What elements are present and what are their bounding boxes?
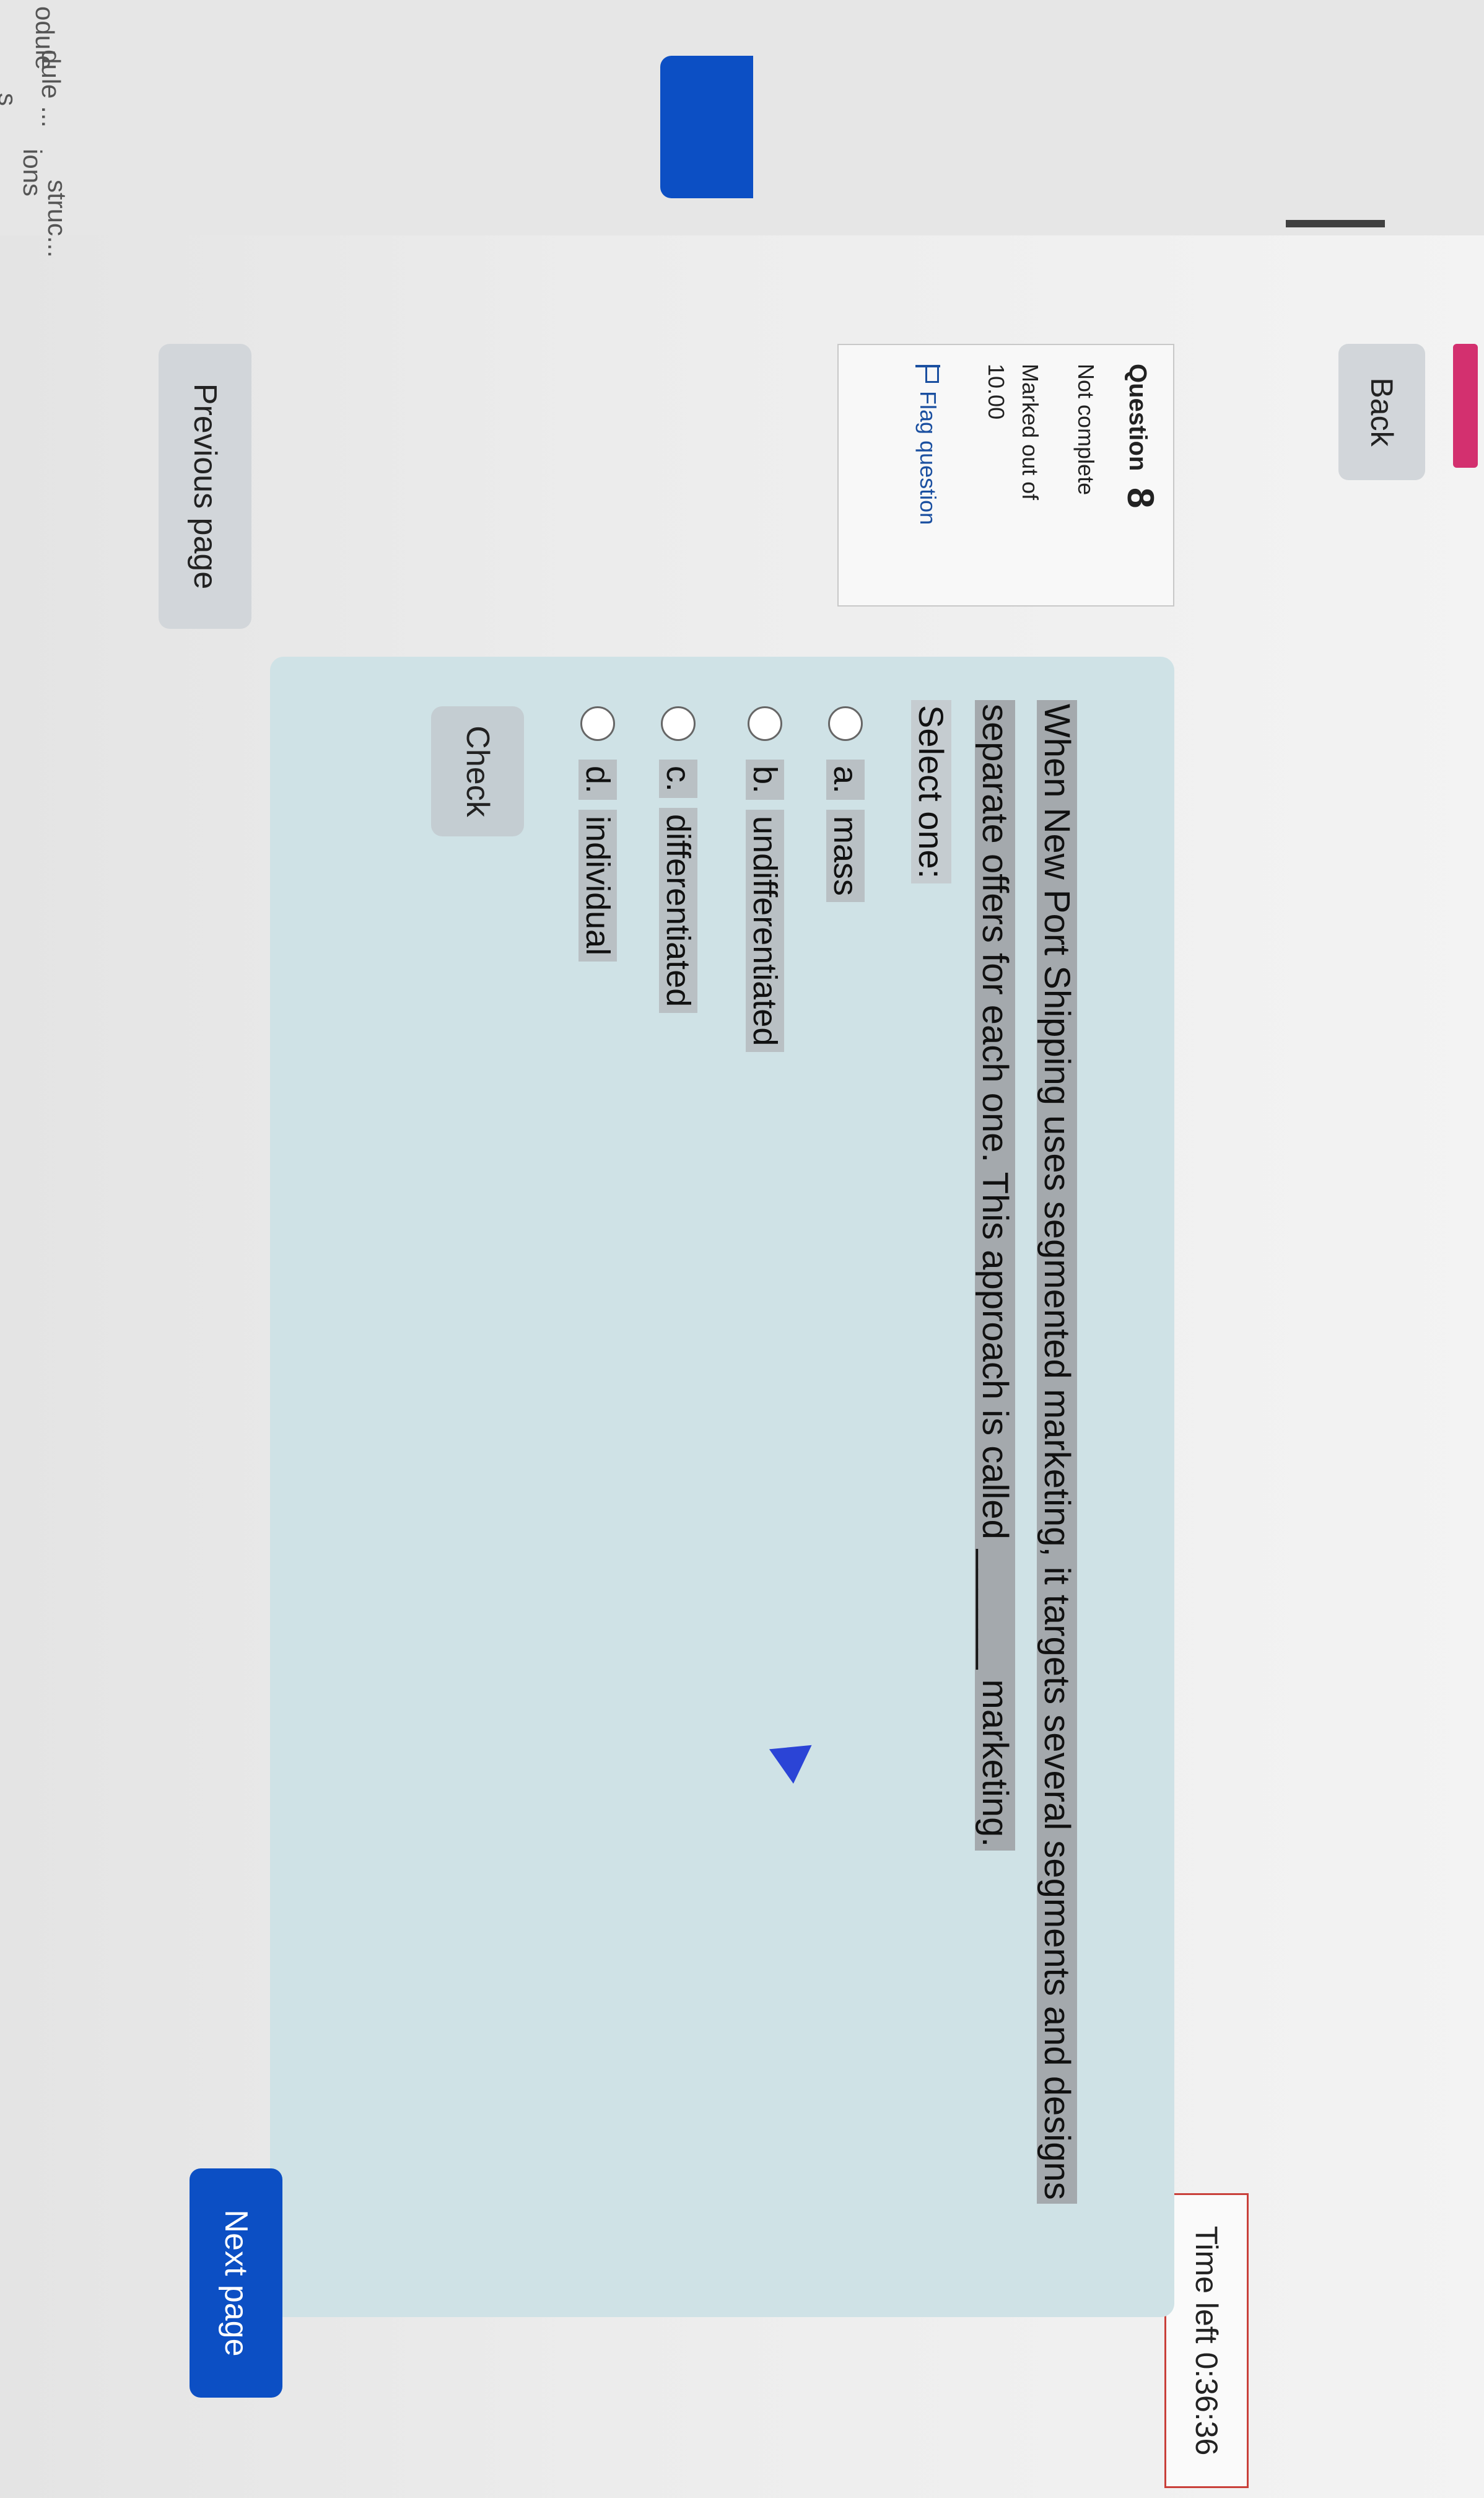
sidebar-item-instructions[interactable]: struc... xyxy=(42,180,72,258)
check-button[interactable]: Check xyxy=(431,706,524,836)
radio-button[interactable] xyxy=(580,706,615,741)
radio-button[interactable] xyxy=(661,706,696,741)
quiz-screen: odule dule ... s ions struc... Back Time… xyxy=(0,0,1484,2498)
option-text[interactable]: individual xyxy=(578,810,617,962)
radio-button[interactable] xyxy=(748,706,782,741)
flag-question-label: Flag question xyxy=(915,391,941,525)
question-label: Question xyxy=(1124,364,1151,471)
next-page-button[interactable]: Next page xyxy=(190,2168,282,2398)
option-text[interactable]: undifferentiated xyxy=(746,810,784,1053)
option-text[interactable]: differentiated xyxy=(659,808,697,1014)
marked-out-of-label: Marked out of xyxy=(1018,364,1043,501)
question-text-line-1: When New Port Shipping uses segmented ma… xyxy=(1037,700,1077,2204)
option-letter: b. xyxy=(746,760,784,800)
question-text-line-2: separate offers for each one. This appro… xyxy=(975,700,1015,1851)
question-status: Not complete xyxy=(1073,364,1099,496)
time-left-indicator: Time left 0:36:36 xyxy=(1164,2193,1249,2488)
sidebar-blue-button[interactable] xyxy=(660,56,753,198)
flag-question-link[interactable]: Flag question xyxy=(915,364,941,525)
answer-option-b[interactable]: b. undifferentiated xyxy=(746,706,784,1053)
answer-option-d[interactable]: d. individual xyxy=(578,706,617,962)
sidebar-item-s[interactable]: s xyxy=(0,93,22,106)
option-letter: a. xyxy=(826,760,865,800)
question-info-box: Question 8 Not complete Marked out of 10… xyxy=(837,344,1174,607)
question-number: 8 xyxy=(1120,488,1161,509)
answer-option-c[interactable]: c. differentiated xyxy=(659,706,697,1014)
option-letter: c. xyxy=(659,760,697,799)
flag-icon xyxy=(915,364,940,382)
divider xyxy=(1286,220,1385,227)
left-sidebar: odule dule ... s ions struc... xyxy=(0,0,1484,258)
back-button[interactable]: Back xyxy=(1338,344,1425,480)
radio-button[interactable] xyxy=(828,706,863,741)
answer-option-a[interactable]: a. mass xyxy=(826,706,865,903)
question-points: 10.00 xyxy=(984,364,1009,420)
question-text: When New Port Shipping uses segmented ma… xyxy=(964,700,1088,2237)
option-letter: d. xyxy=(578,760,617,800)
previous-page-button[interactable]: Previous page xyxy=(159,344,251,629)
accent-bar xyxy=(1453,344,1478,468)
sidebar-item-module-2[interactable]: dule ... xyxy=(36,50,66,128)
select-one-label: Select one: xyxy=(911,700,951,884)
option-text[interactable]: mass xyxy=(826,810,865,903)
